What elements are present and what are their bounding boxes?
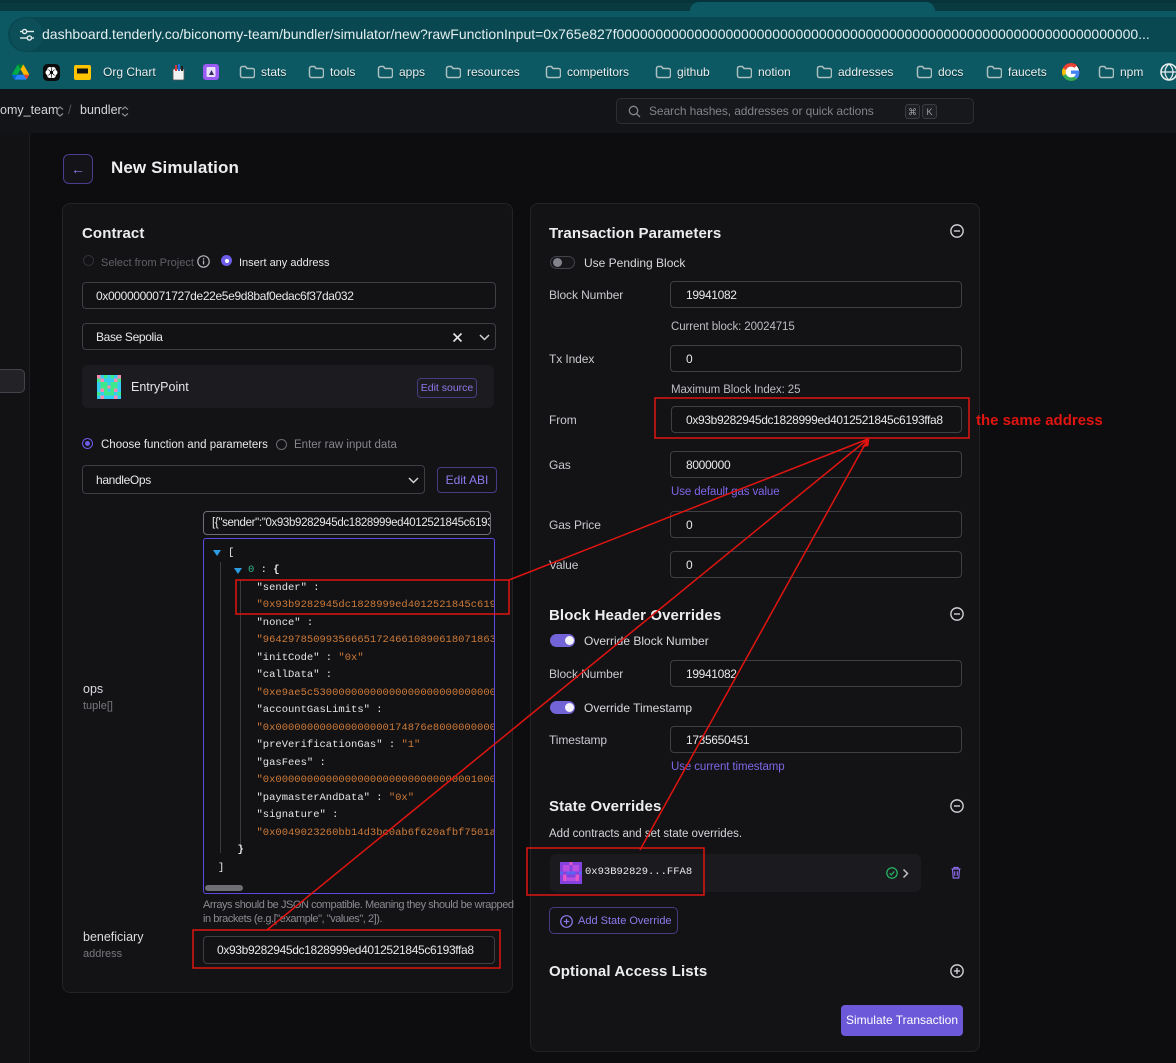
svg-text:the same address: the same address xyxy=(976,412,1103,429)
